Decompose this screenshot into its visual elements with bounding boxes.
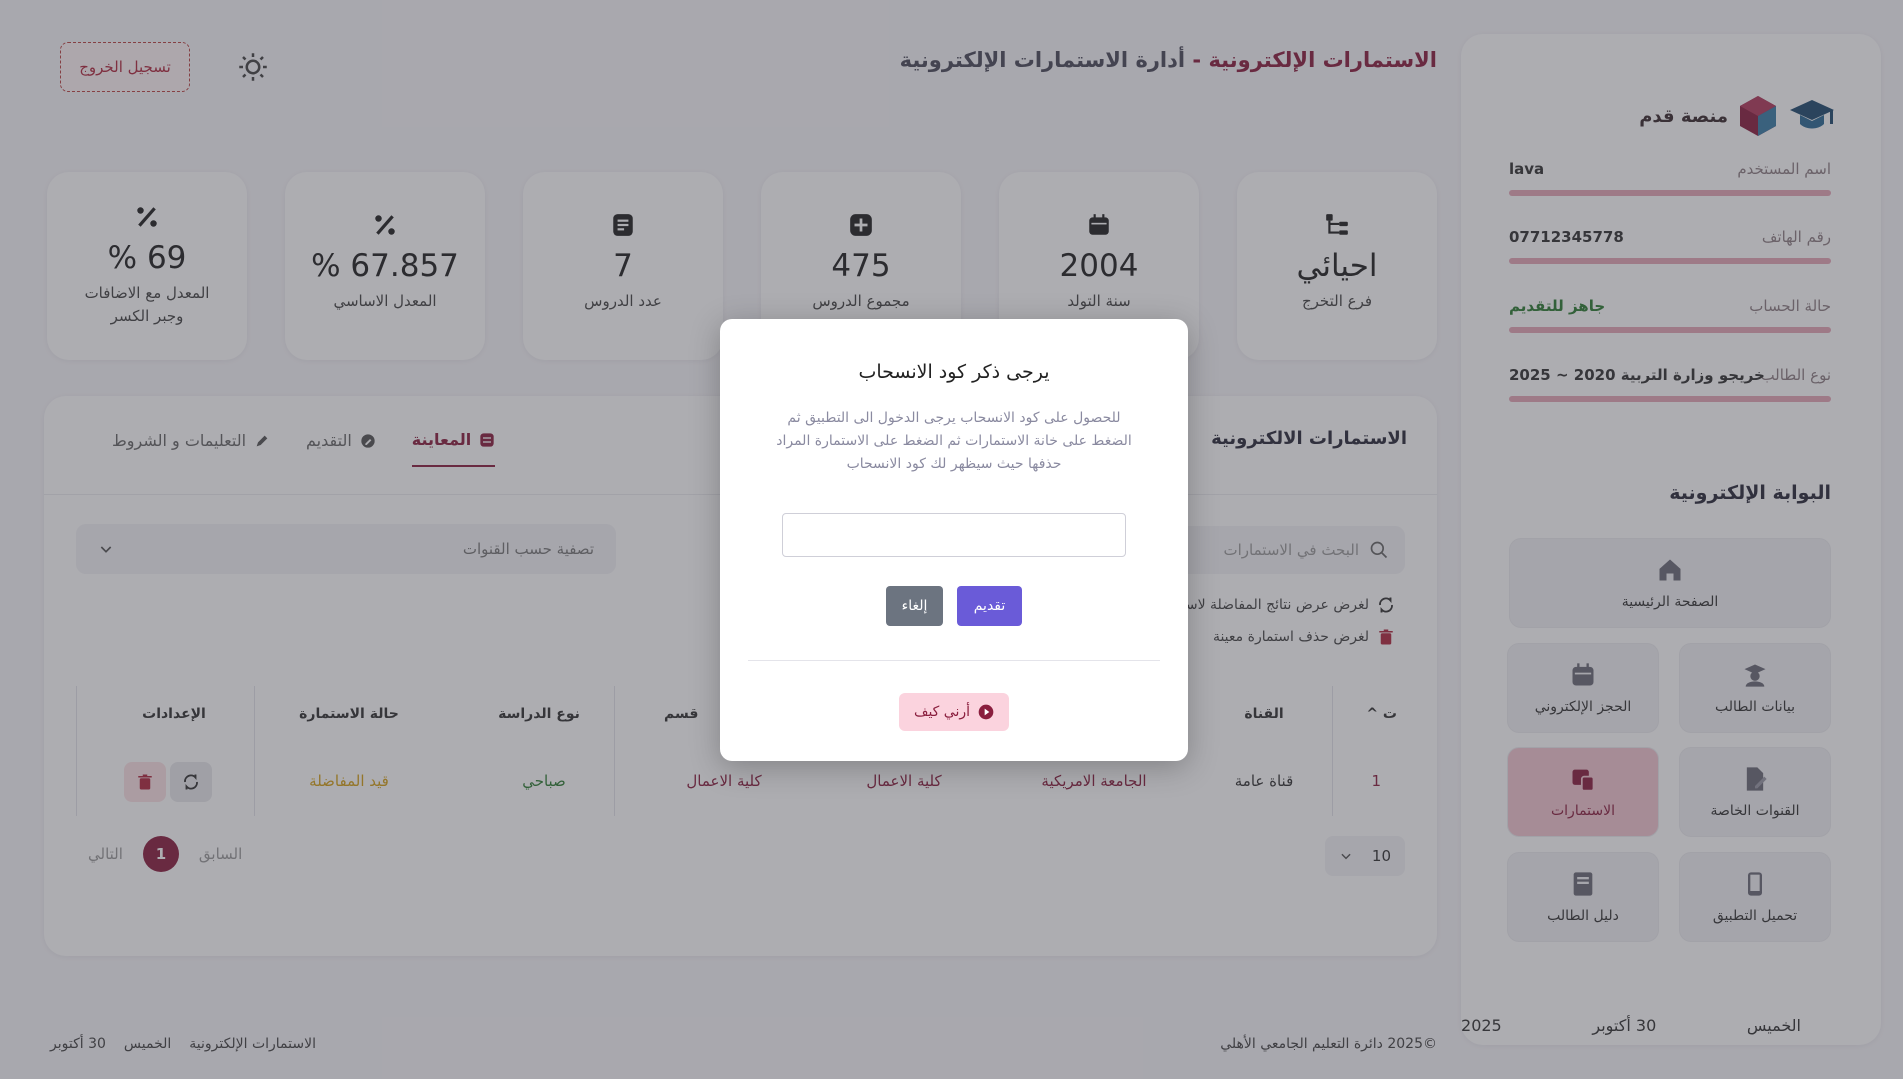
show-how-button[interactable]: أرني كيف — [899, 693, 1009, 731]
cancel-button[interactable]: إلغاء — [886, 586, 943, 626]
dialog-title: يرجى ذكر كود الانسحاب — [858, 361, 1050, 383]
show-how-label: أرني كيف — [913, 704, 971, 720]
dialog-divider — [748, 660, 1160, 661]
dialog-description: للحصول على كود الانسحاب يرجى الدخول الى … — [776, 410, 1132, 473]
play-icon — [978, 704, 994, 720]
submit-button[interactable]: تقديم — [957, 586, 1022, 626]
dialog-actions: تقديم إلغاء — [720, 586, 1188, 626]
withdraw-code-input[interactable] — [782, 513, 1126, 557]
withdraw-code-dialog: يرجى ذكر كود الانسحاب للحصول على كود الا… — [720, 319, 1188, 761]
